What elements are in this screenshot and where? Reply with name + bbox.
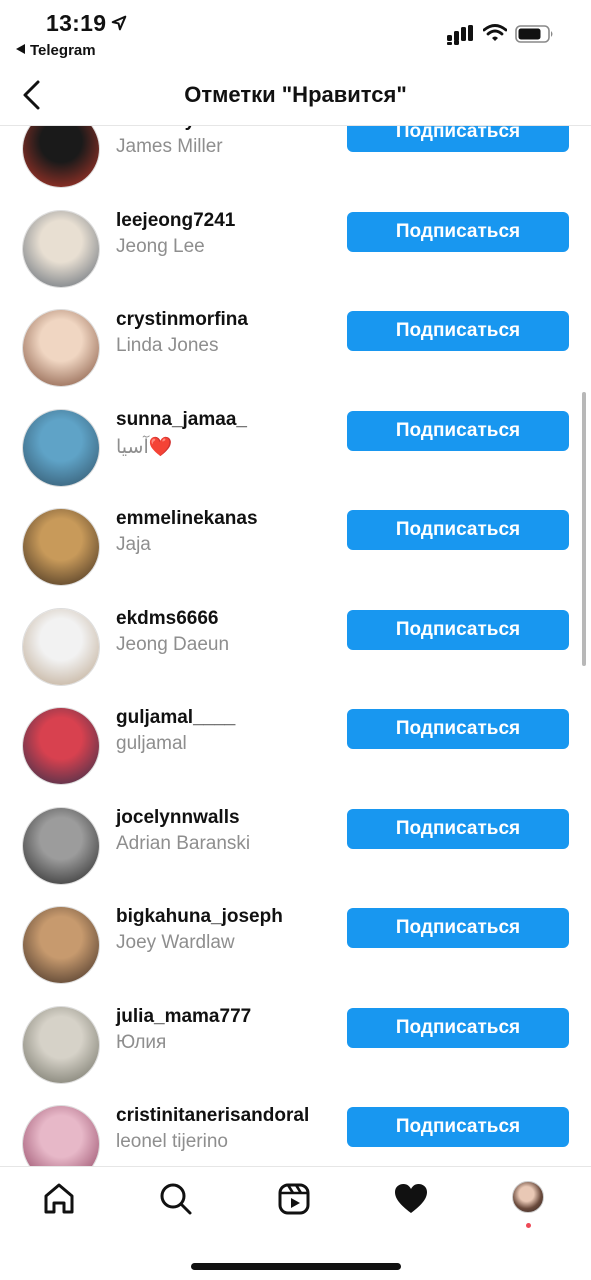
scrollbar[interactable] xyxy=(582,392,586,666)
cellular-signal-icon xyxy=(447,25,473,45)
follow-button[interactable]: Подписаться xyxy=(347,808,569,849)
reels-icon xyxy=(278,1183,310,1215)
list-item[interactable]: julia_mama777 Юлия Подписаться xyxy=(0,996,591,1096)
home-indicator xyxy=(191,1263,401,1270)
avatar[interactable] xyxy=(22,707,100,785)
avatar[interactable] xyxy=(22,1005,100,1084)
username[interactable]: ekdms6666 xyxy=(116,608,218,630)
tab-home[interactable] xyxy=(41,1181,81,1221)
back-app-label: Telegram xyxy=(30,42,96,59)
full-name: Jeong Lee xyxy=(116,235,205,257)
profile-avatar xyxy=(512,1181,544,1213)
avatar[interactable] xyxy=(22,607,100,686)
username[interactable]: julia_mama777 xyxy=(116,1006,251,1028)
page-header: Отметки "Нравится" xyxy=(0,66,591,126)
location-arrow-icon xyxy=(111,15,127,31)
username[interactable]: jocelynnwalls xyxy=(116,807,240,829)
list-item[interactable]: sunna_jamaa_ آسیا❤️ Подписаться xyxy=(0,399,591,499)
follow-button[interactable]: Подписаться xyxy=(347,709,569,749)
avatar[interactable] xyxy=(22,906,100,984)
follow-button[interactable]: Подписаться xyxy=(347,609,569,650)
follow-button[interactable]: Подписаться xyxy=(347,908,569,948)
full-name: Joey Wardlaw xyxy=(116,932,235,953)
page-title: Отметки "Нравится" xyxy=(184,82,407,107)
full-name: guljamal xyxy=(116,733,187,754)
battery-icon xyxy=(515,25,553,43)
list-item[interactable]: leejeong7241 Jeong Lee Подписаться xyxy=(0,200,591,300)
follow-button[interactable]: Подписаться xyxy=(347,510,569,550)
full-name: آسیا❤️ xyxy=(116,436,173,458)
list-item[interactable]: cristinitanerisandoral leonel tijerino Под… xyxy=(0,1095,591,1166)
notification-dot xyxy=(526,1223,531,1228)
full-name: Юлия xyxy=(116,1031,167,1053)
list-item[interactable]: guljamal____ guljamal Подписаться xyxy=(0,697,591,797)
tab-reels[interactable] xyxy=(276,1181,316,1221)
follow-button[interactable]: Подписаться xyxy=(347,410,569,451)
list-item[interactable]: jocelynnwalls Adrian Baranski Подписаться xyxy=(0,797,591,897)
follow-button[interactable]: Подписаться xyxy=(347,211,569,252)
full-name: Jeong Daeun xyxy=(116,633,230,655)
tab-activity[interactable] xyxy=(393,1181,433,1221)
avatar[interactable] xyxy=(22,1105,100,1166)
full-name: Adrian Baranski xyxy=(116,832,251,854)
home-icon xyxy=(44,1183,74,1214)
username[interactable]: cristinitanerisandoral xyxy=(116,1105,309,1127)
list-item[interactable]: sluelway James Miller Подписаться xyxy=(0,126,591,200)
list-item[interactable]: crystinmorfina Linda Jones Подписаться xyxy=(0,299,591,399)
username[interactable]: emmelinekanas xyxy=(116,508,258,530)
avatar[interactable] xyxy=(22,806,100,885)
username[interactable]: guljamal____ xyxy=(116,707,235,729)
search-icon xyxy=(160,1183,192,1215)
status-bar: 13:19 Telegram xyxy=(0,0,591,66)
back-triangle-icon xyxy=(16,44,25,54)
tab-search[interactable] xyxy=(158,1181,198,1221)
back-to-app-link[interactable]: Telegram xyxy=(16,42,96,59)
follow-button[interactable]: Подписаться xyxy=(347,311,569,351)
full-name: leonel tijerino xyxy=(116,1131,228,1152)
full-name: Jaja xyxy=(116,534,151,555)
tab-profile[interactable] xyxy=(512,1181,552,1228)
avatar[interactable] xyxy=(22,126,100,188)
avatar[interactable] xyxy=(22,209,100,288)
bottom-tab-bar xyxy=(0,1166,591,1280)
likes-list[interactable]: sluelwayJames MillerПодписатьсяleejeong7… xyxy=(0,126,591,1166)
username[interactable]: sunna_jamaa_ xyxy=(116,409,247,431)
list-item[interactable]: bigkahuna_joseph Joey Wardlaw Подписаться xyxy=(0,896,591,996)
follow-button[interactable]: Подписаться xyxy=(347,1107,569,1147)
heart-icon xyxy=(395,1184,427,1213)
status-time: 13:19 xyxy=(46,10,107,36)
avatar[interactable] xyxy=(22,408,100,487)
follow-button[interactable]: Подписаться xyxy=(347,126,569,152)
follow-button[interactable]: Подписаться xyxy=(347,1007,569,1048)
username[interactable]: leejeong7241 xyxy=(116,210,235,232)
username[interactable]: sluelway xyxy=(116,126,195,132)
list-item[interactable]: emmelinekanas Jaja Подписаться xyxy=(0,498,591,598)
list-item[interactable]: ekdms6666 Jeong Daeun Подписаться xyxy=(0,598,591,698)
full-name: James Miller xyxy=(116,136,223,157)
avatar[interactable] xyxy=(22,508,100,586)
avatar[interactable] xyxy=(22,309,100,387)
username[interactable]: bigkahuna_joseph xyxy=(116,906,283,928)
wifi-icon xyxy=(483,24,507,41)
username[interactable]: crystinmorfina xyxy=(116,309,248,331)
full-name: Linda Jones xyxy=(116,335,219,356)
